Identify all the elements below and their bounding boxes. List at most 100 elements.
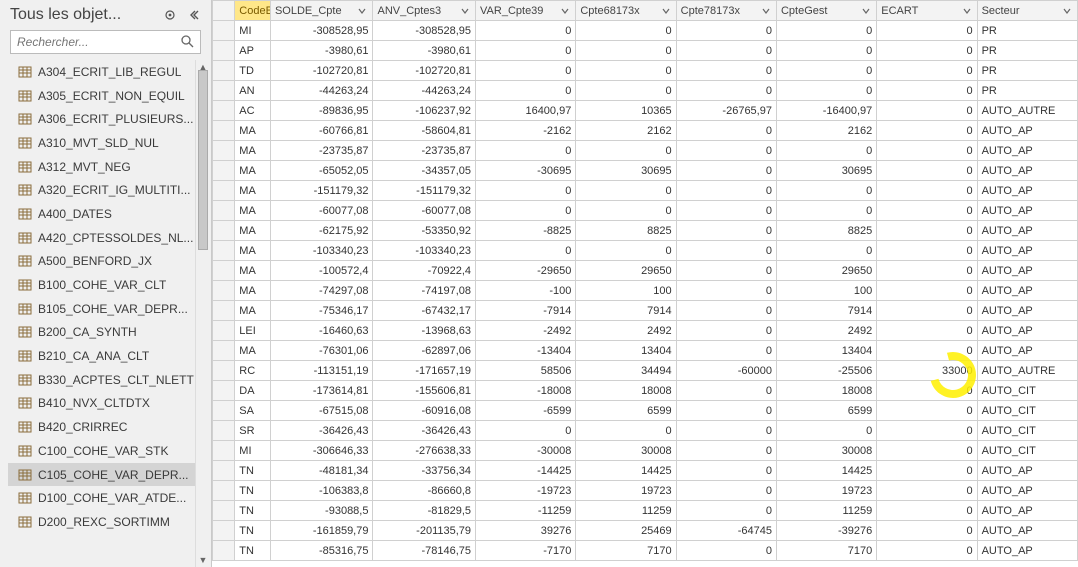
nav-item[interactable]: A400_DATES (8, 202, 205, 226)
cell-sect[interactable]: AUTO_CIT (977, 441, 1077, 461)
cell-var[interactable]: -13404 (476, 341, 576, 361)
cell-gest[interactable]: 7914 (776, 301, 876, 321)
table-row[interactable]: MA-103340,23-103340,2300000AUTO_AP (213, 241, 1078, 261)
cell-ecart[interactable]: 0 (877, 501, 977, 521)
cell-code[interactable]: DA (235, 381, 271, 401)
nav-item[interactable]: B105_COHE_VAR_DEPR... (8, 297, 205, 321)
table-row[interactable]: MA-60766,81-58604,81-21622162021620AUTO_… (213, 121, 1078, 141)
cell-var[interactable]: -6599 (476, 401, 576, 421)
cell-anv[interactable]: -81829,5 (373, 501, 476, 521)
cell-c78[interactable]: 0 (676, 121, 776, 141)
table-row[interactable]: TN-48181,34-33756,34-14425144250144250AU… (213, 461, 1078, 481)
cell-code[interactable]: MA (235, 221, 271, 241)
column-header-sect[interactable]: Secteur (977, 1, 1077, 21)
cell-c78[interactable]: 0 (676, 81, 776, 101)
cell-code[interactable]: MA (235, 201, 271, 221)
cell-ecart[interactable]: 0 (877, 461, 977, 481)
cell-c78[interactable]: 0 (676, 261, 776, 281)
cell-c78[interactable]: 0 (676, 461, 776, 481)
cell-var[interactable]: -19723 (476, 481, 576, 501)
cell-anv[interactable]: -67432,17 (373, 301, 476, 321)
cell-solde[interactable]: -75346,17 (270, 301, 373, 321)
cell-gest[interactable]: 100 (776, 281, 876, 301)
row-selector[interactable] (213, 341, 235, 361)
cell-ecart[interactable]: 0 (877, 301, 977, 321)
cell-sect[interactable]: AUTO_AUTRE (977, 361, 1077, 381)
cell-solde[interactable]: -76301,06 (270, 341, 373, 361)
dropdown-icon[interactable] (561, 6, 571, 16)
cell-gest[interactable]: 0 (776, 41, 876, 61)
cell-ecart[interactable]: 0 (877, 241, 977, 261)
cell-ecart[interactable]: 0 (877, 121, 977, 141)
cell-c68[interactable]: 30695 (576, 161, 676, 181)
cell-ecart[interactable]: 0 (877, 381, 977, 401)
cell-code[interactable]: MA (235, 161, 271, 181)
cell-c68[interactable]: 18008 (576, 381, 676, 401)
cell-anv[interactable]: -3980,61 (373, 41, 476, 61)
cell-ecart[interactable]: 0 (877, 441, 977, 461)
table-row[interactable]: MA-100572,4-70922,4-29650296500296500AUT… (213, 261, 1078, 281)
cell-solde[interactable]: -85316,75 (270, 541, 373, 561)
table-row[interactable]: MA-76301,06-62897,06-13404134040134040AU… (213, 341, 1078, 361)
cell-c68[interactable]: 0 (576, 181, 676, 201)
row-selector[interactable] (213, 541, 235, 561)
row-selector[interactable] (213, 421, 235, 441)
cell-c78[interactable]: -26765,97 (676, 101, 776, 121)
cell-gest[interactable]: 0 (776, 141, 876, 161)
column-header-anv[interactable]: ANV_Cptes3 (373, 1, 476, 21)
cell-code[interactable]: TN (235, 501, 271, 521)
cell-code[interactable]: TN (235, 461, 271, 481)
cell-anv[interactable]: -74197,08 (373, 281, 476, 301)
table-row[interactable]: TN-93088,5-81829,5-11259112590112590AUTO… (213, 501, 1078, 521)
cell-ecart[interactable]: 0 (877, 161, 977, 181)
row-selector[interactable] (213, 521, 235, 541)
cell-code[interactable]: TN (235, 521, 271, 541)
cell-c78[interactable]: 0 (676, 201, 776, 221)
cell-solde[interactable]: -102720,81 (270, 61, 373, 81)
cell-var[interactable]: -100 (476, 281, 576, 301)
cell-c68[interactable]: 2492 (576, 321, 676, 341)
cell-code[interactable]: MI (235, 441, 271, 461)
cell-anv[interactable]: -106237,92 (373, 101, 476, 121)
cell-var[interactable]: 0 (476, 41, 576, 61)
cell-anv[interactable]: -70922,4 (373, 261, 476, 281)
cell-anv[interactable]: -23735,87 (373, 141, 476, 161)
cell-c78[interactable]: 0 (676, 321, 776, 341)
cell-var[interactable]: 0 (476, 181, 576, 201)
cell-c78[interactable]: 0 (676, 181, 776, 201)
cell-c78[interactable]: 0 (676, 221, 776, 241)
cell-solde[interactable]: -151179,32 (270, 181, 373, 201)
cell-gest[interactable]: 19723 (776, 481, 876, 501)
pin-icon[interactable] (161, 6, 179, 24)
cell-gest[interactable]: 6599 (776, 401, 876, 421)
nav-item[interactable]: C100_COHE_VAR_STK (8, 439, 205, 463)
cell-var[interactable]: 0 (476, 421, 576, 441)
cell-var[interactable]: -7914 (476, 301, 576, 321)
scrollbar-thumb[interactable] (198, 70, 208, 250)
table-row[interactable]: MA-23735,87-23735,8700000AUTO_AP (213, 141, 1078, 161)
column-header-var[interactable]: VAR_Cpte39 (476, 1, 576, 21)
cell-c68[interactable]: 13404 (576, 341, 676, 361)
cell-sect[interactable]: AUTO_CIT (977, 401, 1077, 421)
cell-var[interactable]: 0 (476, 81, 576, 101)
cell-var[interactable]: 0 (476, 141, 576, 161)
cell-var[interactable]: -8825 (476, 221, 576, 241)
table-row[interactable]: MA-151179,32-151179,3200000AUTO_AP (213, 181, 1078, 201)
cell-c68[interactable]: 0 (576, 201, 676, 221)
cell-sect[interactable]: PR (977, 41, 1077, 61)
table-row[interactable]: LEI-16460,63-13968,63-24922492024920AUTO… (213, 321, 1078, 341)
cell-c68[interactable]: 30008 (576, 441, 676, 461)
cell-solde[interactable]: -161859,79 (270, 521, 373, 541)
table-row[interactable]: TD-102720,81-102720,8100000PR (213, 61, 1078, 81)
cell-c68[interactable]: 0 (576, 81, 676, 101)
row-selector[interactable] (213, 221, 235, 241)
cell-sect[interactable]: AUTO_AP (977, 461, 1077, 481)
cell-solde[interactable]: -173614,81 (270, 381, 373, 401)
cell-sect[interactable]: AUTO_AP (977, 161, 1077, 181)
dropdown-icon[interactable] (358, 6, 368, 16)
cell-code[interactable]: AP (235, 41, 271, 61)
dropdown-icon[interactable] (662, 6, 672, 16)
cell-var[interactable]: -11259 (476, 501, 576, 521)
dropdown-icon[interactable] (762, 6, 772, 16)
cell-solde[interactable]: -74297,08 (270, 281, 373, 301)
